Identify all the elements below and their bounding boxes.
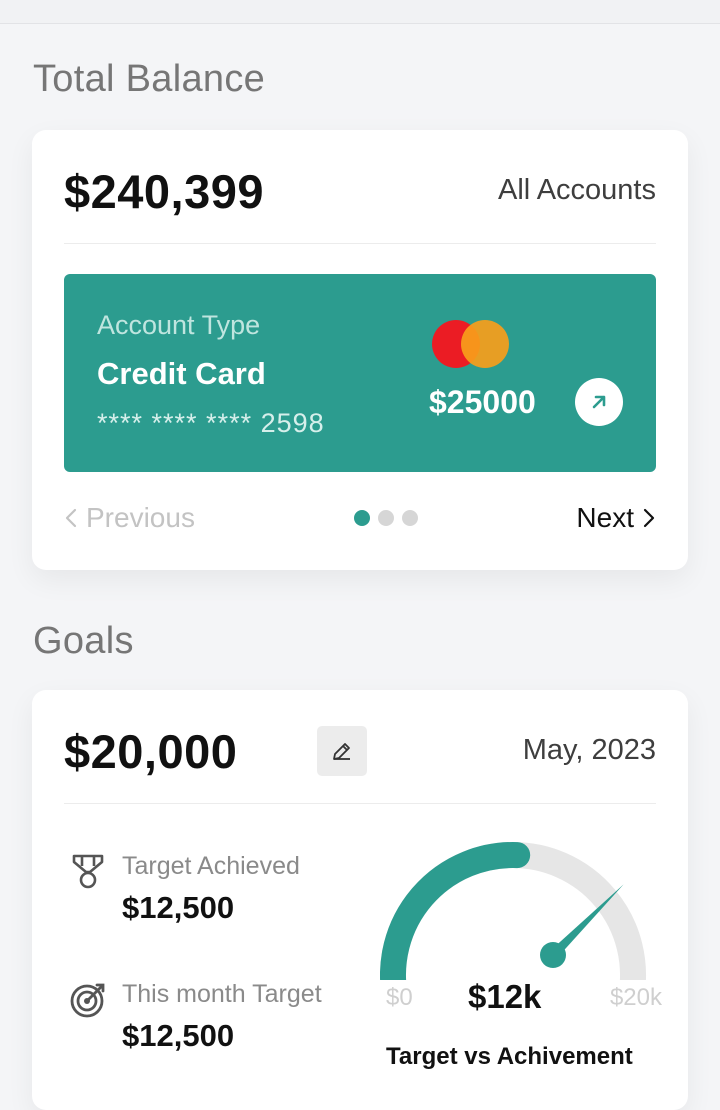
total-balance-title: Total Balance xyxy=(33,58,266,100)
account-number: **** **** **** 2598 xyxy=(97,408,325,438)
balance-card-header: $240,399 All Accounts xyxy=(64,130,656,244)
arrow-up-right-icon xyxy=(592,395,606,409)
goals-card: $20,000 May, 2023 Target Achieved $12,50… xyxy=(32,690,688,1110)
goals-title: Goals xyxy=(33,620,134,662)
edit-goal-button[interactable] xyxy=(317,726,367,776)
pencil-icon xyxy=(333,743,350,760)
gauge-caption: Target vs Achivement xyxy=(386,1043,633,1070)
goal-amount: $20,000 xyxy=(64,725,238,778)
mastercard-logo xyxy=(432,320,512,370)
previous-label: Previous xyxy=(86,502,195,533)
target-icon xyxy=(70,983,105,1018)
account-card[interactable]: Account Type Credit Card **** **** **** … xyxy=(64,274,656,472)
medal-icon xyxy=(72,854,104,889)
chevron-right-icon xyxy=(643,508,655,528)
pager-dot-1[interactable] xyxy=(354,510,370,526)
gauge-min-label: $0 xyxy=(386,984,413,1011)
target-achieved-value: $12,500 xyxy=(122,890,235,925)
account-pager: Previous Next xyxy=(64,498,656,538)
goals-card-header: $20,000 May, 2023 xyxy=(64,690,656,804)
target-achieved-label: Target Achieved xyxy=(122,852,300,880)
gauge-value-label: $12k xyxy=(468,978,542,1015)
account-amount: $25000 xyxy=(429,384,536,420)
gauge-hub xyxy=(540,942,566,968)
month-target-value: $12,500 xyxy=(122,1018,235,1053)
next-button[interactable]: Next xyxy=(576,502,656,534)
open-account-button[interactable] xyxy=(575,378,623,426)
pager-dot-3[interactable] xyxy=(402,510,418,526)
status-bar xyxy=(0,0,720,24)
next-label: Next xyxy=(576,502,634,533)
balance-card: $240,399 All Accounts Account Type Credi… xyxy=(32,130,688,570)
chevron-left-icon xyxy=(65,508,77,528)
gauge-chart xyxy=(380,842,646,1009)
previous-button[interactable]: Previous xyxy=(64,502,195,534)
total-balance-amount: $240,399 xyxy=(64,165,265,218)
goal-period[interactable]: May, 2023 xyxy=(523,734,656,767)
account-name: Credit Card xyxy=(97,356,266,391)
month-target-label: This month Target xyxy=(122,980,322,1008)
pager-dot-2[interactable] xyxy=(378,510,394,526)
account-type-label: Account Type xyxy=(97,310,261,340)
pager-dots xyxy=(354,510,418,526)
all-accounts-selector[interactable]: All Accounts xyxy=(498,174,656,207)
target-gauge: $0 $12k $20k Target vs Achivement xyxy=(380,830,662,1070)
gauge-fill xyxy=(380,842,531,1009)
gauge-max-label: $20k xyxy=(609,984,662,1011)
